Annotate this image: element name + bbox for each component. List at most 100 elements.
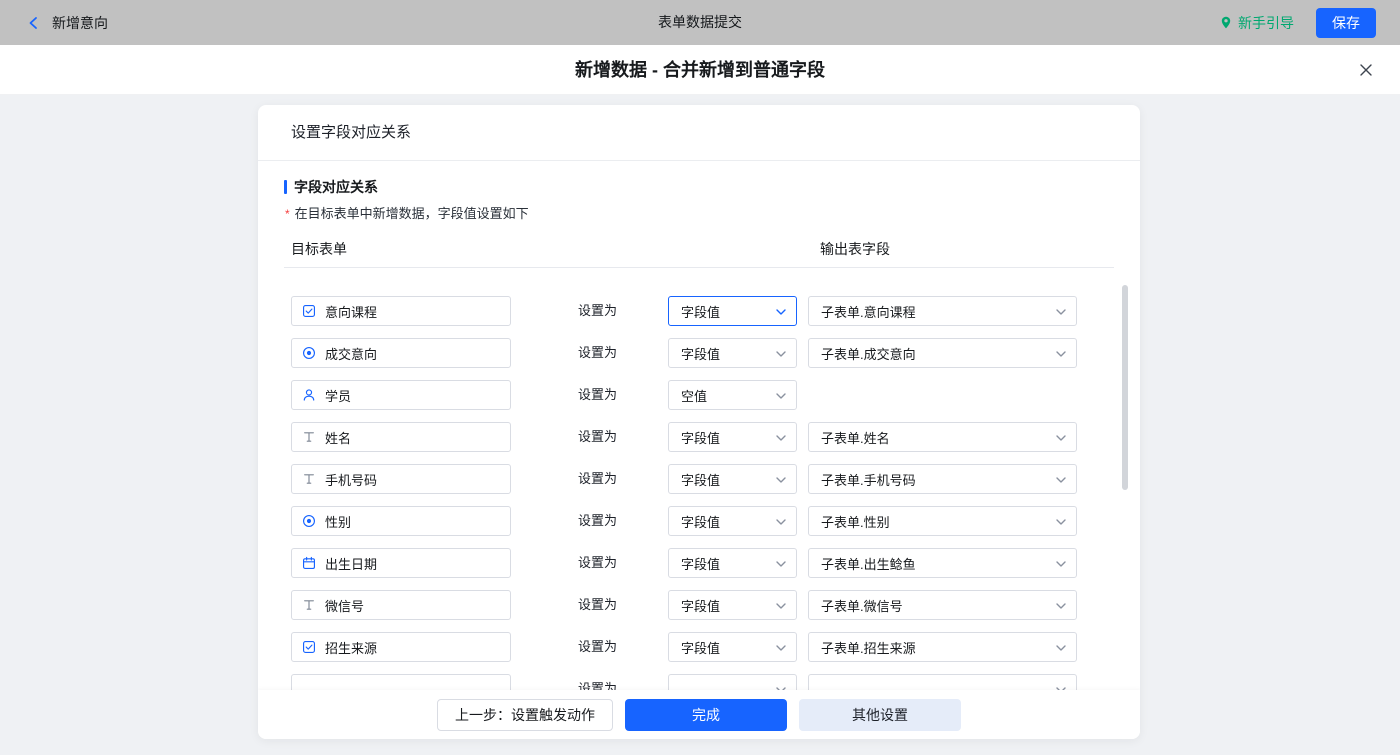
target-field-label: 成交意向 [325,344,377,363]
save-button[interactable]: 保存 [1316,8,1376,38]
dialog-title: 新增数据 - 合并新增到普通字段 [0,45,1400,95]
target-field-box: 微信号 [291,590,511,620]
target-field-box: 手机号码 [291,464,511,494]
output-field-select[interactable]: 子表单.出生鲶鱼 [808,548,1077,578]
target-field-box: 姓名 [291,422,511,452]
output-field-select[interactable] [808,674,1077,690]
chevron-down-icon [1056,561,1066,567]
radio-icon [302,514,316,528]
back-label: 新增意向 [52,13,108,33]
chevron-down-icon [1056,645,1066,651]
value-mode-select[interactable]: 字段值 [668,590,797,620]
field-mapping-row: 招生来源 设置为 字段值 子表单.招生来源 [284,626,1114,668]
section-accent-bar [284,180,287,194]
field-mapping-rows: 意向课程 设置为 字段值 子表单.意向课程 成交意向 设置为 字段值 [284,268,1114,690]
location-pin-icon [1219,15,1233,30]
output-field-select[interactable]: 子表单.意向课程 [808,296,1077,326]
close-icon[interactable] [1356,60,1376,80]
chevron-down-icon [776,477,786,483]
output-field-select[interactable]: 子表单.招生来源 [808,632,1077,662]
output-field-select[interactable]: 子表单.微信号 [808,590,1077,620]
value-mode-select[interactable]: 字段值 [668,338,797,368]
chevron-down-icon [776,351,786,357]
back-chevron-icon [26,15,42,31]
chevron-down-icon [776,393,786,399]
field-mapping-row: 意向课程 设置为 字段值 子表单.意向课程 [284,290,1114,332]
top-bar: 新增意向 表单数据提交 新手引导 保存 [0,0,1400,45]
panel-title: 设置字段对应关系 [258,105,1140,161]
output-field-select[interactable]: 子表单.姓名 [808,422,1077,452]
target-field-box: 出生日期 [291,548,511,578]
target-field-box: 意向课程 [291,296,511,326]
text-icon [302,430,316,444]
field-mapping-row: 姓名 设置为 字段值 子表单.姓名 [284,416,1114,458]
panel-body: 字段对应关系 *在目标表单中新增数据，字段值设置如下 目标表单 输出表字段 意向… [258,161,1140,690]
set-as-label: 设置为 [578,584,617,626]
back-button[interactable]: 新增意向 [0,13,108,33]
value-mode-select[interactable]: 字段值 [668,548,797,578]
target-field-label: 招生来源 [325,638,377,657]
value-mode-select[interactable] [668,674,797,690]
target-field-label: 学员 [325,386,351,405]
value-mode-select[interactable]: 字段值 [668,506,797,536]
field-mapping-row: 性别 设置为 字段值 子表单.性别 [284,500,1114,542]
set-as-label: 设置为 [578,500,617,542]
value-mode-select[interactable]: 字段值 [668,464,797,494]
text-icon [302,472,316,486]
value-mode-select[interactable]: 字段值 [668,296,797,326]
chevron-down-icon [776,603,786,609]
set-as-label: 设置为 [578,416,617,458]
target-field-label: 意向课程 [325,302,377,321]
field-mapping-row: 设置为 [284,668,1114,690]
set-as-label: 设置为 [578,458,617,500]
guide-label: 新手引导 [1238,13,1294,33]
column-header-target: 目标表单 [291,239,347,259]
checkbox-icon [302,640,316,654]
mapping-panel: 设置字段对应关系 字段对应关系 *在目标表单中新增数据，字段值设置如下 目标表单… [258,105,1140,739]
value-mode-select[interactable]: 空值 [668,380,797,410]
checkbox-icon [302,304,316,318]
output-field-select[interactable]: 子表单.成交意向 [808,338,1077,368]
chevron-down-icon [776,309,786,315]
set-as-label: 设置为 [578,374,617,416]
other-settings-button[interactable]: 其他设置 [799,699,961,731]
required-mark: * [285,207,290,221]
topbar-actions: 新手引导 保存 [1219,0,1376,45]
previous-step-button[interactable]: 上一步：设置触发动作 [437,699,613,731]
column-headers: 目标表单 输出表字段 [284,239,1114,261]
value-mode-select[interactable]: 字段值 [668,632,797,662]
dialog-header: 新增数据 - 合并新增到普通字段 [0,45,1400,95]
output-field-select[interactable]: 子表单.性别 [808,506,1077,536]
output-field-select[interactable]: 子表单.手机号码 [808,464,1077,494]
text-icon [302,598,316,612]
target-field-box: 成交意向 [291,338,511,368]
target-field-box: 招生来源 [291,632,511,662]
guide-button[interactable]: 新手引导 [1219,13,1294,33]
panel-footer: 上一步：设置触发动作 完成 其他设置 [258,690,1140,739]
field-mapping-row: 手机号码 设置为 字段值 子表单.手机号码 [284,458,1114,500]
done-button[interactable]: 完成 [625,699,787,731]
calendar-icon [302,556,316,570]
target-field-label: 手机号码 [325,470,377,489]
set-as-label: 设置为 [578,626,617,668]
set-as-label: 设置为 [578,542,617,584]
user-icon [302,388,316,402]
set-as-label: 设置为 [578,290,617,332]
field-mapping-row: 微信号 设置为 字段值 子表单.微信号 [284,584,1114,626]
chevron-down-icon [1056,351,1066,357]
chevron-down-icon [1056,477,1066,483]
target-field-label: 性别 [325,512,351,531]
page-title: 表单数据提交 [658,0,742,45]
field-mapping-row: 学员 设置为 空值 [284,374,1114,416]
chevron-down-icon [776,645,786,651]
value-mode-select[interactable]: 字段值 [668,422,797,452]
chevron-down-icon [776,561,786,567]
target-field-label: 微信号 [325,596,364,615]
section-title: 字段对应关系 [284,179,1114,195]
column-header-output: 输出表字段 [820,239,890,259]
target-field-label: 姓名 [325,428,351,447]
field-mapping-row: 成交意向 设置为 字段值 子表单.成交意向 [284,332,1114,374]
chevron-down-icon [1056,603,1066,609]
chevron-down-icon [1056,309,1066,315]
scrollbar-thumb[interactable] [1122,285,1128,490]
